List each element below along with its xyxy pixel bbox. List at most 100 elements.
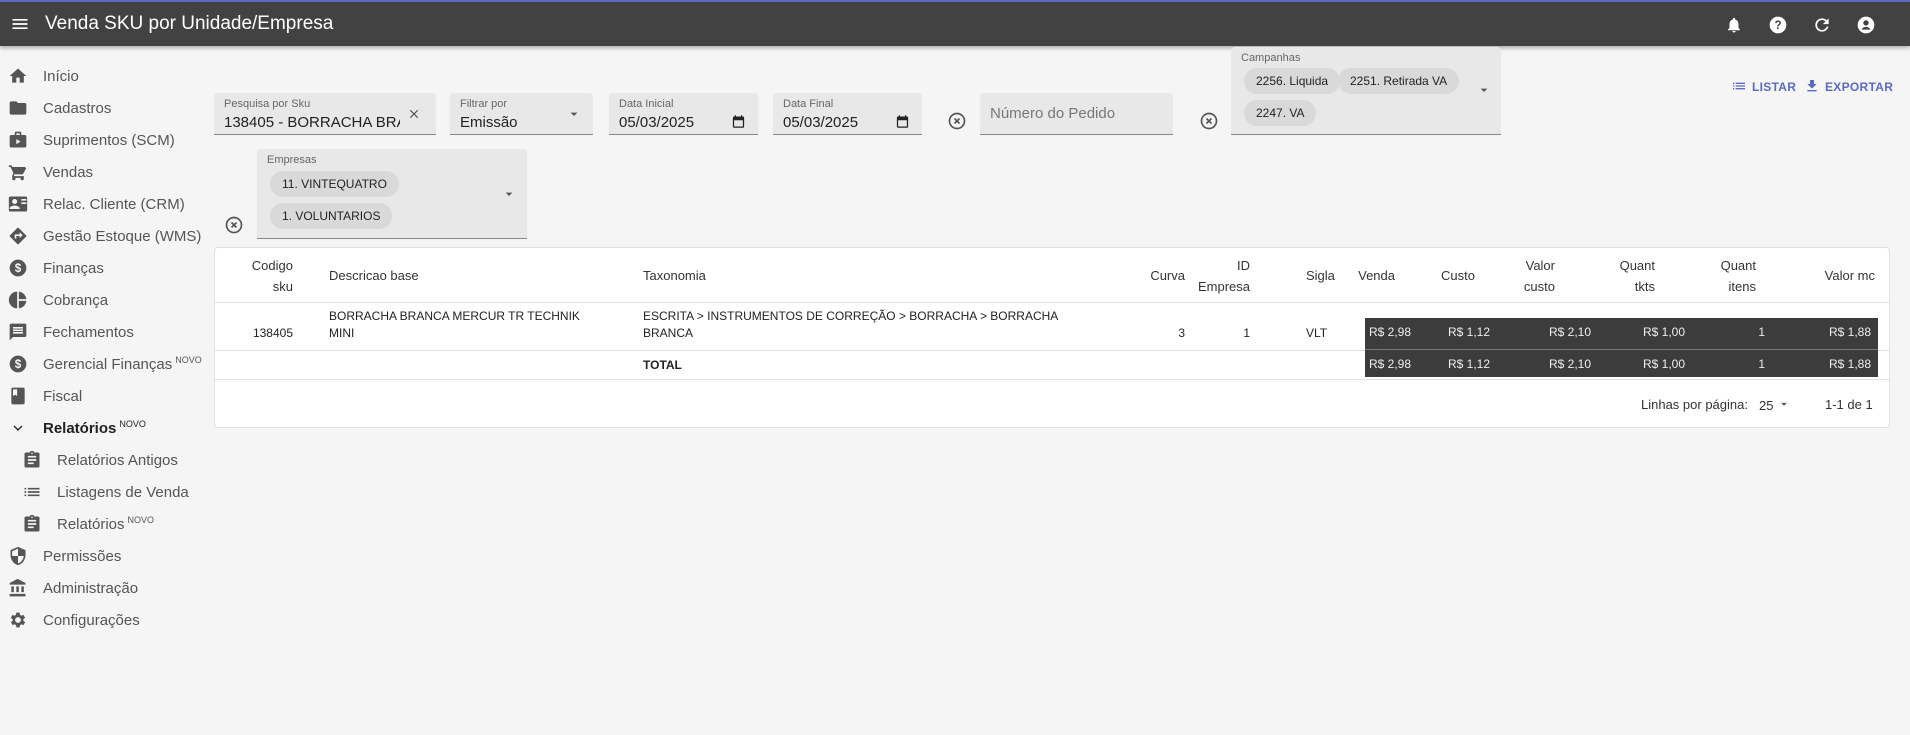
header-line: Codigo xyxy=(251,258,293,273)
clipboard-icon xyxy=(22,514,42,534)
column-header-taxonomia[interactable]: Taxonomia xyxy=(643,265,706,286)
exportar-button[interactable]: EXPORTAR xyxy=(1804,77,1893,97)
calendar-icon[interactable] xyxy=(894,113,910,129)
clipboard-icon xyxy=(22,450,42,470)
sidebar-item-suprimentos[interactable]: Suprimentos (SCM) xyxy=(0,124,205,156)
header-line: custo xyxy=(1523,279,1555,294)
column-header-custo[interactable]: Custo xyxy=(1415,265,1475,286)
app-bar: Venda SKU por Unidade/Empresa ? xyxy=(0,0,1910,46)
sku-search-field[interactable]: Pesquisa por Sku 138405 - BORRACHA BRAN xyxy=(214,93,436,135)
data-final-value[interactable]: 05/03/2025 xyxy=(783,114,858,131)
sidebar-item-label: Cobrança xyxy=(43,291,109,309)
sidebar-item-configuracoes[interactable]: Configurações xyxy=(0,604,205,636)
sidebar-item-label: Finanças xyxy=(43,259,104,277)
campanhas-select[interactable]: Campanhas 2256. Liquida 2251. Retirada V… xyxy=(1231,47,1501,135)
column-header-valor-mc[interactable]: Valor mc xyxy=(1795,265,1875,286)
sidebar-item-gerencial-financas[interactable]: $ Gerencial Finanças NOVO xyxy=(0,348,205,380)
sidebar-item-vendas[interactable]: Vendas xyxy=(0,156,205,188)
sidebar-item-label: Relatórios NOVO xyxy=(43,419,146,437)
campanha-chip[interactable]: 2251. Retirada VA xyxy=(1338,68,1460,94)
sidebar-item-relatorios-novo[interactable]: Relatórios NOVO xyxy=(0,508,205,540)
sidebar-item-label: Início xyxy=(43,67,79,85)
divider xyxy=(215,302,1889,303)
account-icon[interactable] xyxy=(1850,9,1882,41)
sidebar-item-financas[interactable]: $ Finanças xyxy=(0,252,205,284)
sidebar-item-cobranca[interactable]: Cobrança xyxy=(0,284,205,316)
sku-search-input[interactable]: 138405 - BORRACHA BRAN xyxy=(224,114,400,131)
sidebar-item-crm[interactable]: Relac. Cliente (CRM) xyxy=(0,188,205,220)
column-header-codigo-sku[interactable]: Codigo sku xyxy=(215,255,293,297)
sidebar-item-listagens-venda[interactable]: Listagens de Venda xyxy=(0,476,205,508)
chevron-down-icon xyxy=(8,418,28,438)
refresh-icon[interactable] xyxy=(1806,9,1838,41)
divider xyxy=(215,379,1889,380)
empresa-chip[interactable]: 11. VINTEQUATRO xyxy=(270,171,399,197)
column-header-descricao[interactable]: Descricao base xyxy=(329,265,419,286)
campanha-chip[interactable]: 2247. VA xyxy=(1244,100,1317,126)
notifications-bell-icon[interactable] xyxy=(1718,9,1750,41)
header-line: tkts xyxy=(1634,279,1655,294)
sidebar-item-label: Permissões xyxy=(43,547,122,565)
column-header-sigla[interactable]: Sigla xyxy=(1306,265,1335,286)
sidebar-item-label: Listagens de Venda xyxy=(57,483,189,501)
column-header-id-empresa[interactable]: ID Empresa xyxy=(1195,255,1250,297)
clear-dates-icon[interactable] xyxy=(945,109,969,133)
header-line: itens xyxy=(1728,279,1756,294)
sidebar-item-administracao[interactable]: Administração xyxy=(0,572,205,604)
calendar-icon[interactable] xyxy=(730,113,746,129)
column-header-curva[interactable]: Curva xyxy=(1135,265,1185,286)
svg-text:$: $ xyxy=(15,358,22,371)
data-inicial-field[interactable]: Data Inicial 05/03/2025 xyxy=(609,93,758,135)
total-valor-custo: R$ 2,10 xyxy=(1548,357,1591,371)
column-header-quant-tkts[interactable]: Quant tkts xyxy=(1595,255,1655,297)
bank-icon xyxy=(8,578,28,598)
clear-icon[interactable] xyxy=(404,104,424,124)
dropdown-arrow-icon xyxy=(1476,82,1492,98)
rows-per-page-value: 25 xyxy=(1759,398,1774,413)
empresa-chip[interactable]: 1. VOLUNTARIOS xyxy=(270,203,393,229)
header-line: Empresa xyxy=(1197,279,1250,294)
dropdown-arrow-icon xyxy=(566,106,582,122)
sidebar-item-label: Administração xyxy=(43,579,139,597)
cell-sigla: VLT xyxy=(1306,326,1328,340)
sidebar-item-cadastros[interactable]: Cadastros xyxy=(0,92,205,124)
listar-button[interactable]: LISTAR xyxy=(1731,77,1796,97)
sidebar-item-label: Fiscal xyxy=(43,387,83,405)
clear-pedido-icon[interactable] xyxy=(1197,109,1221,133)
numero-pedido-input[interactable]: Número do Pedido xyxy=(990,105,1115,122)
masked-values-block: R$ 2,98 R$ 1,12 R$ 2,10 R$ 1,00 1 R$ 1,8… xyxy=(1365,318,1878,377)
sidebar-item-wms[interactable]: Gestão Estoque (WMS) xyxy=(0,220,205,252)
sidebar-item-inicio[interactable]: Início xyxy=(0,60,205,92)
empresas-label: Empresas xyxy=(267,154,317,166)
sidebar-item-relatorios[interactable]: Relatórios NOVO xyxy=(0,412,205,444)
data-inicial-value[interactable]: 05/03/2025 xyxy=(619,114,694,131)
column-header-quant-itens[interactable]: Quant itens xyxy=(1695,255,1756,297)
filtrar-por-select[interactable]: Filtrar por Emissão xyxy=(450,93,593,135)
numero-pedido-field[interactable]: Número do Pedido xyxy=(980,93,1173,135)
menu-icon[interactable] xyxy=(0,1,40,47)
listar-label: LISTAR xyxy=(1752,80,1797,94)
sidebar-item-fiscal[interactable]: Fiscal xyxy=(0,380,205,412)
filtrar-por-value: Emissão xyxy=(460,114,518,131)
new-badge: NOVO xyxy=(175,355,202,365)
cell-codigo: 138405 xyxy=(252,326,293,340)
sidebar-item-label: Relac. Cliente (CRM) xyxy=(43,195,185,213)
column-header-venda[interactable]: Venda xyxy=(1335,265,1395,286)
campanha-chip[interactable]: 2256. Liquida xyxy=(1244,68,1341,94)
sidebar-item-relatorios-antigos[interactable]: Relatórios Antigos xyxy=(0,444,205,476)
cell-id-empresa: 1 xyxy=(1243,326,1250,340)
help-icon[interactable]: ? xyxy=(1762,9,1794,41)
rows-per-page-select[interactable]: 25 xyxy=(1759,397,1791,414)
sidebar: Início Cadastros Suprimentos (SCM) Venda… xyxy=(0,46,205,735)
book-icon xyxy=(8,386,28,406)
sidebar-item-label: Suprimentos (SCM) xyxy=(43,131,175,149)
column-header-valor-custo[interactable]: Valor custo xyxy=(1495,255,1555,297)
data-final-label: Data Final xyxy=(783,98,834,110)
header-line: Quant xyxy=(1720,258,1756,273)
empresas-select[interactable]: Empresas 11. VINTEQUATRO 1. VOLUNTARIOS xyxy=(257,149,527,239)
pagination-range: 1-1 de 1 xyxy=(1825,397,1873,412)
clear-empresas-icon[interactable] xyxy=(222,213,246,237)
sidebar-item-fechamentos[interactable]: Fechamentos xyxy=(0,316,205,348)
sidebar-item-permissoes[interactable]: Permissões xyxy=(0,540,205,572)
data-final-field[interactable]: Data Final 05/03/2025 xyxy=(773,93,922,135)
